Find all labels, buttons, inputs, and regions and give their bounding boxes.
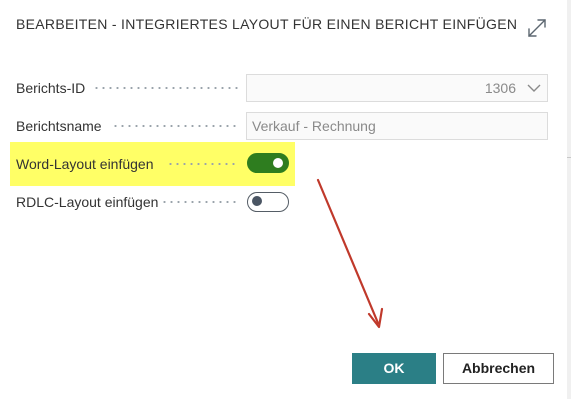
ok-button[interactable]: OK bbox=[352, 353, 436, 384]
dialog-title: BEARBEITEN - INTEGRIERTES LAYOUT FÜR EIN… bbox=[16, 16, 518, 32]
leader-dots bbox=[93, 87, 239, 89]
rdlc-layout-label: RDLC-Layout einfügen bbox=[16, 194, 159, 210]
insert-built-in-layout-dialog: BEARBEITEN - INTEGRIERTES LAYOUT FÜR EIN… bbox=[0, 0, 571, 399]
rdlc-layout-toggle[interactable] bbox=[247, 192, 289, 212]
report-name-field[interactable]: Verkauf - Rechnung bbox=[246, 112, 548, 140]
report-id-label: Berichts-ID bbox=[16, 80, 86, 96]
report-name-label: Berichtsname bbox=[16, 118, 102, 134]
toggle-knob bbox=[273, 158, 283, 168]
word-layout-row: Word-Layout einfügen bbox=[0, 148, 571, 180]
report-id-row: Berichts-ID 1306 bbox=[0, 72, 571, 104]
report-name-value: Verkauf - Rechnung bbox=[252, 118, 376, 134]
leader-dots bbox=[167, 163, 239, 165]
report-id-value: 1306 bbox=[484, 80, 516, 96]
rdlc-layout-row: RDLC-Layout einfügen bbox=[0, 186, 571, 218]
report-name-row: Berichtsname Verkauf - Rechnung bbox=[0, 110, 571, 142]
cancel-button[interactable]: Abbrechen bbox=[443, 353, 554, 384]
word-layout-label: Word-Layout einfügen bbox=[16, 156, 154, 172]
toggle-knob bbox=[252, 196, 262, 206]
leader-dots bbox=[161, 201, 239, 203]
chevron-down-icon[interactable] bbox=[527, 83, 541, 93]
report-id-field[interactable]: 1306 bbox=[246, 74, 548, 102]
leader-dots bbox=[112, 125, 239, 127]
word-layout-toggle[interactable] bbox=[247, 153, 289, 173]
expand-diagonal-icon[interactable] bbox=[525, 16, 549, 40]
